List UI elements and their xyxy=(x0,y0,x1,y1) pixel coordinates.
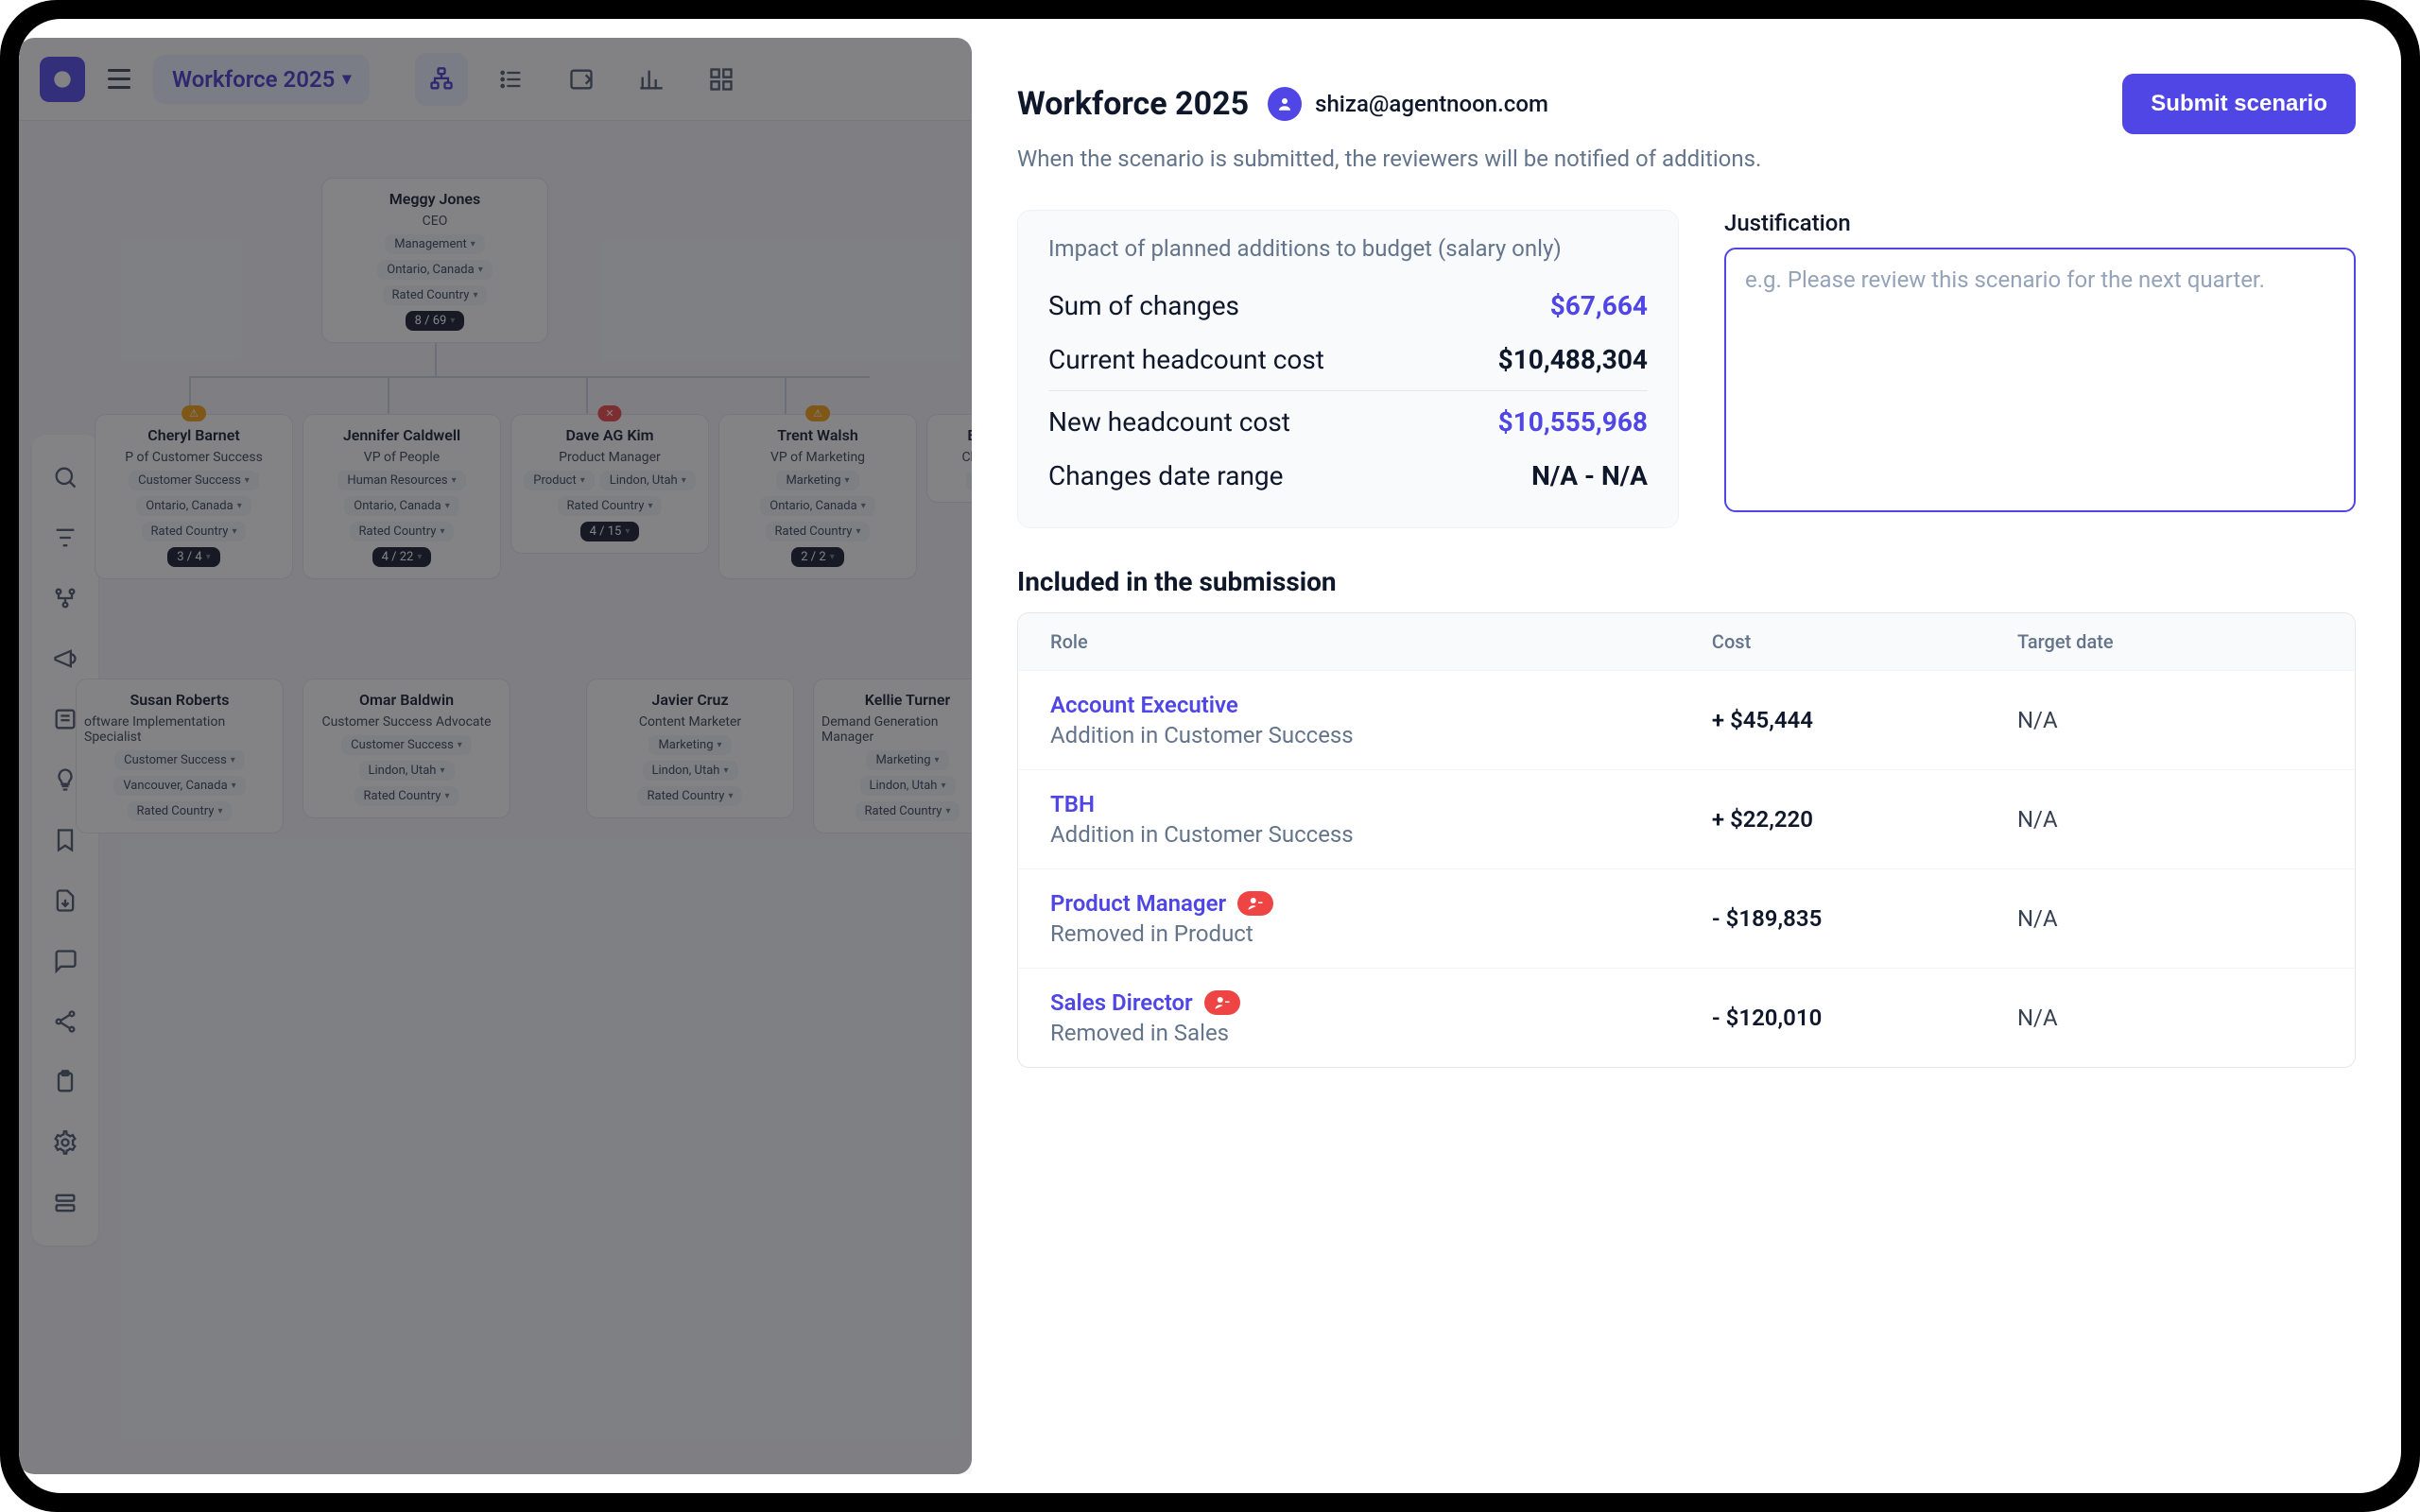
impact-value: $10,488,304 xyxy=(1498,344,1648,375)
impact-label: Sum of changes xyxy=(1048,290,1239,321)
row-cost: + $45,444 xyxy=(1712,707,2017,733)
impact-label: Current headcount cost xyxy=(1048,344,1324,375)
impact-value: $10,555,968 xyxy=(1498,406,1648,438)
row-cost: - $189,835 xyxy=(1712,905,2017,932)
row-date: N/A xyxy=(2017,1005,2323,1031)
impact-value: $67,664 xyxy=(1550,290,1648,321)
row-cost: + $22,220 xyxy=(1712,806,2017,833)
row-role-link[interactable]: Sales Director xyxy=(1050,989,1712,1016)
table-row: Product Manager Removed in Product - $18… xyxy=(1018,868,2355,968)
row-role-sub: Addition in Customer Success xyxy=(1050,722,1712,748)
panel-subtitle: When the scenario is submitted, the revi… xyxy=(1017,146,2356,172)
justification-textarea[interactable] xyxy=(1724,248,2356,512)
impact-summary-card: Impact of planned additions to budget (s… xyxy=(1017,210,1679,528)
table-row: Account Executive Addition in Customer S… xyxy=(1018,670,2355,769)
impact-row: Current headcount cost $10,488,304 xyxy=(1048,333,1648,387)
impact-value: N/A - N/A xyxy=(1531,460,1648,491)
th-role: Role xyxy=(1050,630,1712,653)
justification-label: Justification xyxy=(1724,210,2356,236)
divider xyxy=(1048,390,1648,391)
impact-label: Changes date range xyxy=(1048,460,1284,491)
table-row: Sales Director Removed in Sales - $120,0… xyxy=(1018,968,2355,1067)
submit-scenario-panel: Workforce 2025 shiza@agentnoon.com Submi… xyxy=(972,19,2401,1493)
table-row: TBH Addition in Customer Success + $22,2… xyxy=(1018,769,2355,868)
row-date: N/A xyxy=(2017,707,2323,733)
user-email: shiza@agentnoon.com xyxy=(1315,91,1548,117)
impact-label: New headcount cost xyxy=(1048,406,1290,438)
removed-person-icon xyxy=(1237,891,1273,916)
user-chip: shiza@agentnoon.com xyxy=(1268,87,1548,121)
row-date: N/A xyxy=(2017,905,2323,932)
row-role-sub: Removed in Product xyxy=(1050,920,1712,947)
org-chart-panel: Workforce 2025 ▾ xyxy=(19,38,972,1474)
impact-heading: Impact of planned additions to budget (s… xyxy=(1048,235,1648,262)
user-avatar-icon xyxy=(1268,87,1302,121)
row-cost: - $120,010 xyxy=(1712,1005,2017,1031)
th-cost: Cost xyxy=(1712,630,2017,653)
impact-row: Sum of changes $67,664 xyxy=(1048,279,1648,333)
row-role-sub: Removed in Sales xyxy=(1050,1020,1712,1046)
row-role-sub: Addition in Customer Success xyxy=(1050,821,1712,848)
row-role-link[interactable]: TBH xyxy=(1050,791,1712,817)
impact-row: Changes date range N/A - N/A xyxy=(1048,449,1648,503)
table-header: Role Cost Target date xyxy=(1018,613,2355,670)
removed-person-icon xyxy=(1204,990,1240,1015)
th-date: Target date xyxy=(2017,630,2323,653)
submit-scenario-button[interactable]: Submit scenario xyxy=(2122,74,2356,134)
row-date: N/A xyxy=(2017,806,2323,833)
row-role-link[interactable]: Account Executive xyxy=(1050,692,1712,718)
included-heading: Included in the submission xyxy=(1017,566,2356,597)
impact-row: New headcount cost $10,555,968 xyxy=(1048,395,1648,449)
panel-title: Workforce 2025 xyxy=(1017,85,1249,123)
modal-dim-overlay[interactable] xyxy=(19,38,972,1474)
included-table: Role Cost Target date Account Executive … xyxy=(1017,612,2356,1068)
row-role-link[interactable]: Product Manager xyxy=(1050,890,1712,917)
